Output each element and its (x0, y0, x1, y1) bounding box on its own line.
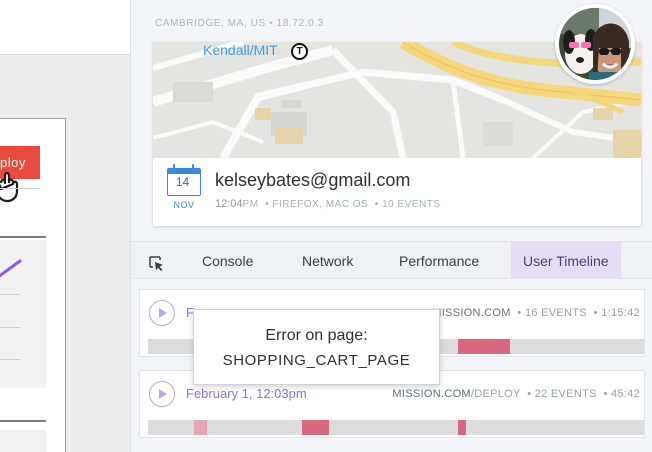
row-separator: • (590, 307, 602, 319)
cursor-select-icon[interactable] (147, 254, 167, 274)
row-events: 22 EVENTS (534, 388, 597, 400)
transit-t-icon: T (291, 43, 308, 60)
location-city: CAMBRIDGE, MA, US (155, 18, 266, 29)
location-line: CAMBRIDGE, MA, US • 18.72.0.3 (155, 18, 324, 29)
error-event-mark[interactable] (458, 339, 510, 354)
calendar-month: NOV (173, 200, 195, 210)
tooltip-title: Error on page: (265, 327, 368, 344)
tab-user-timeline[interactable]: User Timeline (511, 242, 621, 278)
calendar-ring (173, 164, 175, 170)
calendar-icon: 14 NOV (167, 164, 201, 214)
left-divider (0, 188, 40, 189)
user-avatar[interactable] (555, 4, 635, 84)
event-track[interactable] (148, 420, 644, 435)
error-event-mark[interactable] (458, 420, 466, 435)
row-events: 16 EVENTS (524, 307, 587, 319)
location-separator: • (269, 18, 274, 29)
error-event-mark[interactable] (302, 420, 329, 435)
session-time: 12:04 (215, 198, 243, 210)
left-app-panel: ploy (0, 0, 130, 452)
session-events: 10 EVENTS (382, 199, 441, 210)
left-divider (0, 236, 46, 238)
left-divider (0, 327, 20, 328)
row-date[interactable]: February 1, 12:03pm (186, 386, 307, 401)
session-time-suffix: PM (242, 199, 259, 210)
map-station-label: Kendall/MIT (203, 42, 278, 58)
row-separator: • (514, 307, 525, 319)
meta-separator: • (371, 199, 383, 210)
screen: ploy CAMBRIDGE, MA, US • 18.72.0.3 Kenda… (0, 0, 652, 452)
left-divider (0, 294, 20, 295)
row-duration: 1:15:42 (601, 307, 640, 319)
play-icon[interactable] (149, 300, 175, 326)
row-separator: • (523, 388, 535, 400)
error-tooltip: Error on page: SHOPPING_CART_PAGE (193, 309, 440, 385)
row-details: MISSION.COM • 16 EVENTS • 1:15:42 (432, 307, 640, 319)
left-topbar (0, 0, 130, 55)
row-url: MISSION.COM (432, 307, 511, 319)
session-meta: 12:04PM • FIREFOX, MAC OS • 10 EVENTS (215, 198, 440, 210)
tab-console[interactable]: Console (202, 242, 253, 278)
calendar-ring (192, 164, 194, 170)
left-divider (0, 420, 46, 422)
row-duration: 45:42 (610, 388, 640, 400)
trend-line-icon (0, 259, 22, 278)
row-url: MISSION.COM (392, 388, 471, 400)
meta-separator: • (261, 199, 273, 210)
play-icon[interactable] (149, 381, 175, 407)
tab-network[interactable]: Network (302, 242, 353, 278)
session-info: 14 NOV kelseybates@gmail.com 12:04PM • F… (153, 158, 641, 226)
left-lower-panel (0, 430, 46, 452)
devtools-tabs: Console Network Performance User Timelin… (131, 241, 652, 279)
location-ip: 18.72.0.3 (276, 18, 324, 29)
tab-performance[interactable]: Performance (399, 242, 479, 278)
hand-cursor-icon (0, 171, 19, 203)
calendar-day: 14 (175, 175, 190, 189)
session-browser: FIREFOX, MAC OS (272, 199, 369, 210)
left-divider (0, 359, 20, 360)
event-mark[interactable] (194, 420, 207, 435)
row-details: MISSION.COM/DEPLOY • 22 EVENTS • 45:42 (392, 388, 640, 400)
row-url-path: /DEPLOY (470, 388, 521, 400)
tooltip-page-name: SHOPPING_CART_PAGE (222, 352, 411, 369)
avatar-photo (559, 8, 631, 80)
row-separator: • (600, 388, 611, 400)
user-email[interactable]: kelseybates@gmail.com (215, 170, 410, 191)
